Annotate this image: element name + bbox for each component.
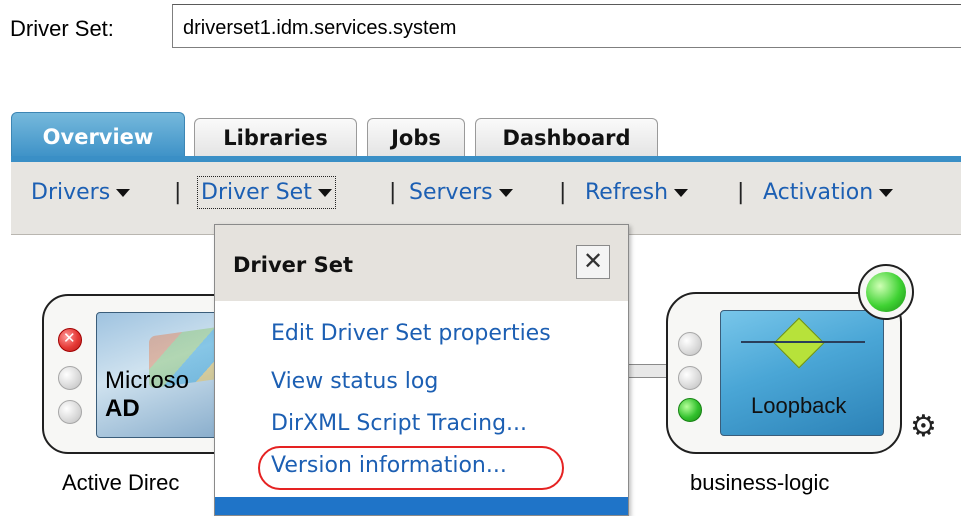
tab-overview[interactable]: Overview bbox=[11, 112, 185, 160]
popup-title: Driver Set bbox=[233, 253, 353, 277]
menu-activation[interactable]: Activation bbox=[763, 180, 894, 205]
status-badge bbox=[858, 264, 914, 320]
tab-jobs[interactable]: Jobs bbox=[367, 118, 465, 156]
thumb-text-top: Microso bbox=[105, 367, 190, 394]
driver-card-business-logic[interactable]: Loopback bbox=[666, 292, 902, 454]
menu-item-edit-driver-set-properties[interactable]: Edit Driver Set properties bbox=[271, 321, 551, 346]
status-error-icon bbox=[58, 328, 82, 352]
flow-diamond-icon bbox=[773, 317, 825, 369]
menu-activation-label: Activation bbox=[763, 180, 874, 205]
close-icon[interactable]: ✕ bbox=[576, 245, 610, 279]
chevron-down-icon bbox=[116, 189, 131, 197]
loopback-thumbnail: Loopback bbox=[720, 310, 884, 436]
menu-separator: | bbox=[737, 180, 745, 205]
driver-caption: Active Direc bbox=[62, 470, 180, 495]
chevron-down-icon bbox=[498, 189, 513, 197]
chevron-down-icon bbox=[879, 189, 894, 197]
highlight-annotation bbox=[258, 446, 564, 490]
status-running-icon bbox=[678, 398, 702, 422]
tab-dashboard[interactable]: Dashboard bbox=[475, 118, 658, 156]
green-status-icon bbox=[866, 272, 906, 312]
flow-line-icon bbox=[741, 341, 865, 343]
menu-separator: | bbox=[559, 180, 567, 205]
lightning-gear-icon[interactable]: ⚙ bbox=[910, 410, 944, 444]
menu-item-dirxml-script-tracing[interactable]: DirXML Script Tracing... bbox=[271, 411, 527, 436]
popup-header: Driver Set ✕ bbox=[215, 225, 628, 301]
menu-driver-set-label: Driver Set bbox=[201, 180, 312, 205]
tab-libraries[interactable]: Libraries bbox=[194, 118, 357, 156]
status-light-icon bbox=[58, 366, 82, 390]
menu-servers[interactable]: Servers bbox=[409, 180, 513, 205]
menu-driver-set[interactable]: Driver Set bbox=[197, 176, 336, 209]
status-light-icon bbox=[58, 400, 82, 424]
menu-separator: | bbox=[389, 180, 397, 205]
chevron-down-icon bbox=[317, 189, 332, 197]
status-light-icon bbox=[678, 332, 702, 356]
chevron-down-icon bbox=[674, 189, 689, 197]
menu-refresh-label: Refresh bbox=[585, 180, 669, 205]
menu-separator: | bbox=[174, 180, 182, 205]
driver-caption: business-logic bbox=[690, 470, 830, 495]
popup-bottom-bar bbox=[215, 497, 628, 515]
menu-drivers[interactable]: Drivers bbox=[31, 180, 131, 205]
menu-item-view-status-log[interactable]: View status log bbox=[271, 369, 438, 394]
driver-set-field[interactable]: driverset1.idm.services.system bbox=[172, 4, 961, 48]
status-light-icon bbox=[678, 366, 702, 390]
driver-set-label: Driver Set: bbox=[10, 16, 114, 41]
menu-drivers-label: Drivers bbox=[31, 180, 111, 205]
thumb-text: Loopback bbox=[751, 393, 847, 418]
menu-refresh[interactable]: Refresh bbox=[585, 180, 689, 205]
menu-servers-label: Servers bbox=[409, 180, 493, 205]
thumb-text-bottom: AD bbox=[105, 395, 140, 422]
tab-strip: Overview Libraries Jobs Dashboard bbox=[11, 112, 961, 160]
